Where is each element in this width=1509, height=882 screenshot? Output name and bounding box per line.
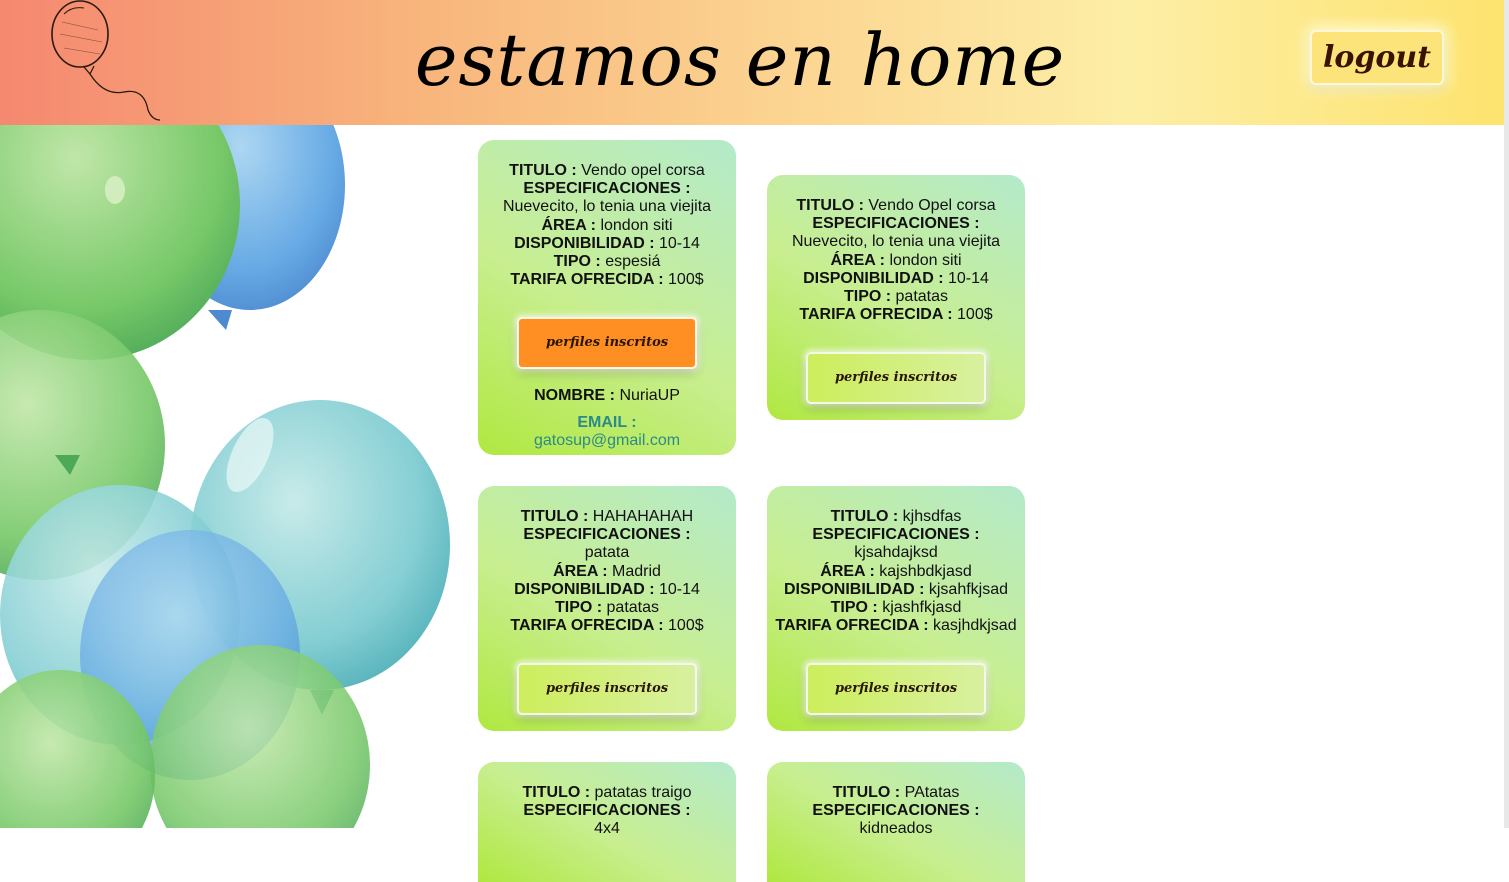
especificaciones-label: ESPECIFICACIONES :	[812, 802, 980, 820]
titulo-value: patatas traigo	[594, 784, 692, 801]
disponibilidad-value: kjsahfkjsad	[928, 580, 1009, 598]
titulo-label: TITULO :	[830, 508, 899, 525]
profiles-button[interactable]: perfiles inscritos	[517, 663, 697, 716]
tarifa-value: 100$	[668, 617, 704, 635]
titulo-label: TITULO :	[796, 197, 864, 214]
titulo-value: PAtatas	[904, 784, 960, 801]
tipo-label: TIPO :	[843, 288, 892, 306]
email-value: gatosup@gmail.com	[533, 431, 681, 449]
header-bar: estamos en home logout	[0, 0, 1509, 125]
especificaciones-label: ESPECIFICACIONES :	[523, 526, 691, 544]
disponibilidad-value: 10-14	[947, 269, 989, 287]
titulo-value: Vendo Opel corsa	[868, 197, 996, 214]
disponibilidad-label: DISPONIBILIDAD :	[514, 234, 655, 252]
tarifa-label: TARIFA OFRECIDA :	[510, 617, 664, 635]
especificaciones-label: ESPECIFICACIONES :	[812, 526, 980, 544]
disponibilidad-label: DISPONIBILIDAD :	[514, 580, 655, 598]
job-card: TITULO : patatas traigo ESPECIFICACIONES…	[478, 762, 736, 882]
area-label: ÁREA :	[830, 251, 885, 269]
job-card: TITULO : Vendo opel corsa ESPECIFICACION…	[478, 140, 736, 455]
scrollbar[interactable]	[1504, 0, 1509, 828]
tipo-value: kjashfkjasd	[882, 599, 962, 617]
tarifa-value: kasjhdkjsad	[933, 617, 1017, 635]
especificaciones-value: 4x4	[594, 820, 620, 838]
especificaciones-value: kidneados	[859, 820, 933, 838]
profiles-button[interactable]: perfiles inscritos	[517, 317, 697, 370]
area-label: ÁREA :	[541, 216, 596, 234]
tipo-label: TIPO :	[553, 253, 601, 271]
disponibilidad-label: DISPONIBILIDAD :	[803, 269, 944, 287]
especificaciones-label: ESPECIFICACIONES :	[523, 802, 691, 820]
especificaciones-value: Nuevecito, lo tenia una viejita	[502, 198, 712, 216]
especificaciones-value: patata	[584, 544, 630, 562]
titulo-value: kjhsdfas	[902, 508, 962, 525]
tipo-label: TIPO :	[830, 599, 878, 617]
job-card: TITULO : PAtatas ESPECIFICACIONES : kidn…	[767, 762, 1025, 882]
area-value: kajshbdkjasd	[879, 562, 972, 580]
disponibilidad-label: DISPONIBILIDAD :	[783, 580, 925, 598]
enrolled-profile: NOMBRE : NuriaUP EMAIL : gatosup@gmail.c…	[478, 387, 736, 450]
titulo-label: TITULO :	[522, 784, 591, 801]
area-value: london siti	[600, 216, 673, 234]
area-value: london siti	[889, 251, 962, 269]
balloons-illustration	[0, 125, 450, 828]
tipo-value: espesiá	[605, 253, 661, 271]
job-card: TITULO : HAHAHAHAH ESPECIFICACIONES : pa…	[478, 486, 736, 731]
especificaciones-value: Nuevecito, lo tenia una viejita	[791, 233, 1001, 251]
profiles-button[interactable]: perfiles inscritos	[806, 352, 986, 405]
nombre-value: NuriaUP	[619, 387, 680, 405]
disponibilidad-value: 10-14	[658, 580, 700, 598]
profiles-button[interactable]: perfiles inscritos	[806, 663, 986, 716]
disponibilidad-value: 10-14	[658, 234, 700, 252]
tipo-label: TIPO :	[554, 599, 603, 617]
job-card: TITULO : kjhsdfas ESPECIFICACIONES : kjs…	[767, 486, 1025, 731]
area-value: Madrid	[612, 562, 661, 580]
job-card: TITULO : Vendo Opel corsa ESPECIFICACION…	[767, 175, 1025, 420]
logout-button[interactable]: logout	[1310, 30, 1444, 85]
page-title: estamos en home	[414, 18, 1066, 102]
area-label: ÁREA :	[820, 562, 875, 580]
tipo-value: patatas	[895, 288, 949, 306]
tarifa-label: TARIFA OFRECIDA :	[775, 617, 929, 635]
nombre-label: NOMBRE :	[534, 387, 615, 405]
area-label: ÁREA :	[553, 562, 608, 580]
titulo-label: TITULO :	[509, 162, 577, 179]
especificaciones-value: kjsahdajksd	[854, 544, 938, 562]
especificaciones-label: ESPECIFICACIONES :	[812, 215, 980, 233]
tarifa-label: TARIFA OFRECIDA :	[510, 271, 664, 289]
titulo-label: TITULO :	[520, 508, 589, 525]
tarifa-value: 100$	[668, 271, 704, 289]
email-label: EMAIL :	[577, 413, 637, 431]
titulo-label: TITULO :	[832, 784, 901, 801]
tipo-value: patatas	[606, 599, 660, 617]
tarifa-value: 100$	[957, 306, 993, 324]
titulo-value: HAHAHAHAH	[592, 508, 694, 525]
tarifa-label: TARIFA OFRECIDA :	[799, 306, 953, 324]
titulo-value: Vendo opel corsa	[581, 162, 705, 179]
especificaciones-label: ESPECIFICACIONES :	[523, 180, 691, 198]
